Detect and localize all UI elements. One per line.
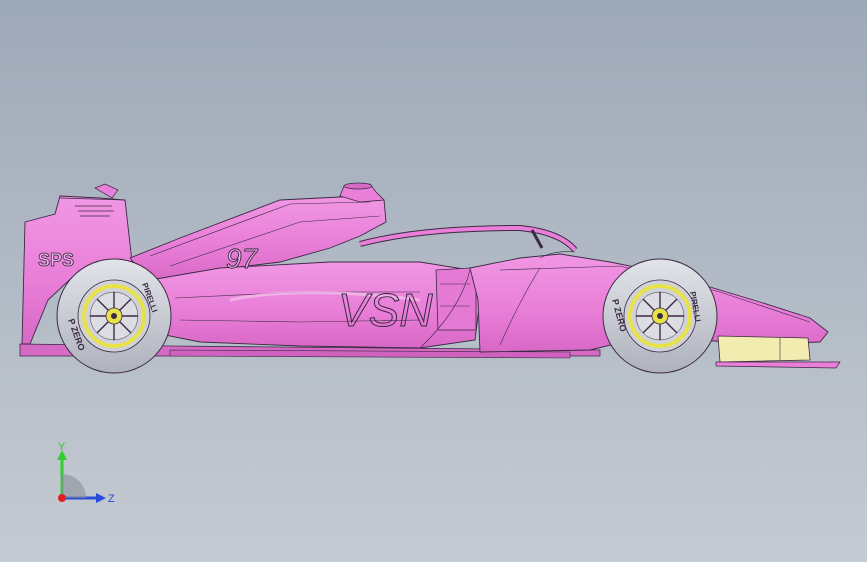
front-wing-main (715, 361, 841, 369)
coordinate-triad[interactable]: Y Z (50, 440, 120, 510)
z-axis-label: Z (108, 493, 115, 505)
cad-viewport[interactable]: SPS 97 VSN PIRELLI P ZERO PIRELLI P ZERO… (0, 0, 867, 562)
z-axis-arrowhead (96, 493, 106, 503)
axis-plane (62, 474, 86, 498)
front-wing-endplate (717, 335, 811, 363)
sidepod-logo: VSN (338, 284, 433, 336)
x-axis-dot (58, 494, 66, 502)
sidepod-intake (435, 267, 477, 331)
airbox-intake (343, 182, 373, 190)
y-axis-label: Y (58, 441, 66, 453)
rear-wheel (56, 258, 172, 374)
rear-wing-mount (94, 183, 119, 199)
sponsor-logo: SPS (38, 250, 74, 270)
car-number: 97 (226, 243, 259, 274)
f1-car-model[interactable]: SPS 97 VSN PIRELLI P ZERO PIRELLI P ZERO (0, 0, 867, 562)
